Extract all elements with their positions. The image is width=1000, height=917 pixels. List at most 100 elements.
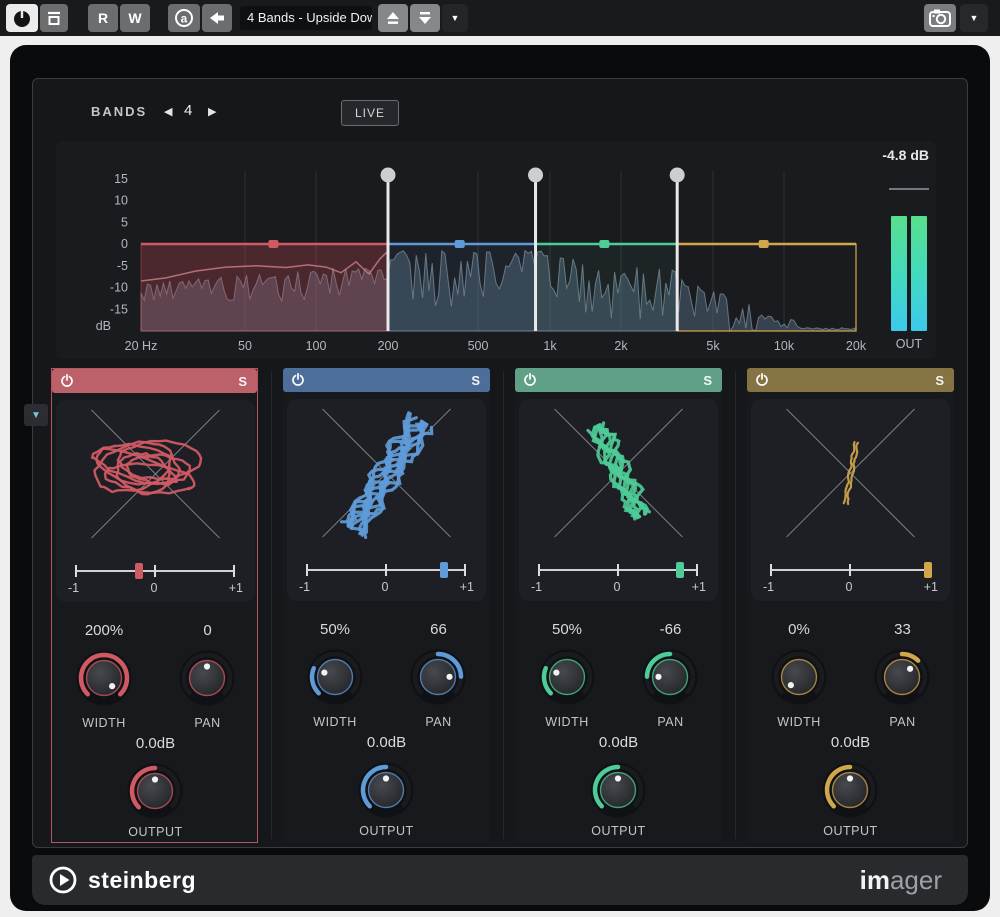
width-knob[interactable]: [767, 645, 831, 709]
svg-text:15: 15: [114, 172, 128, 186]
snapshot-button[interactable]: [924, 4, 956, 32]
lissajous-display: [751, 401, 950, 551]
triangle-down-icon: ▼: [31, 410, 41, 421]
svg-text:100: 100: [306, 339, 327, 353]
band-gain-handle: [599, 240, 609, 248]
svg-text:2k: 2k: [614, 339, 628, 353]
bands-decrease-button[interactable]: ◀: [164, 105, 172, 118]
correlation-marker[interactable]: [440, 562, 448, 578]
correlation-meter[interactable]: [538, 561, 698, 579]
stereo-scope: -10+1: [751, 399, 950, 601]
band-solo-button[interactable]: S: [703, 373, 712, 388]
band-header[interactable]: S: [283, 368, 490, 392]
width-knob[interactable]: [535, 645, 599, 709]
pan-value: 33: [851, 621, 954, 638]
width-label: WIDTH: [515, 715, 619, 729]
pan-knob[interactable]: [175, 646, 239, 710]
correlation-meter[interactable]: [770, 561, 930, 579]
copy-a-to-b-button[interactable]: [202, 4, 232, 32]
steinberg-logo-icon: [48, 865, 78, 895]
column-divider: [735, 371, 736, 839]
correlation-meter[interactable]: [306, 561, 466, 579]
pan-label: PAN: [851, 715, 954, 729]
chevron-down-icon: ▼: [970, 13, 979, 23]
chevron-down-icon: ▼: [451, 13, 460, 23]
bypass-button[interactable]: [40, 4, 68, 32]
width-label: WIDTH: [52, 716, 156, 730]
svg-text:20k: 20k: [846, 339, 867, 353]
svg-text:10k: 10k: [774, 339, 795, 353]
next-preset-button[interactable]: [410, 4, 440, 32]
window-menu-button[interactable]: ▼: [960, 4, 988, 32]
bands-count: 4: [184, 102, 192, 119]
correlation-marker[interactable]: [135, 563, 143, 579]
band-power-icon[interactable]: [60, 374, 74, 388]
bypass-icon: [44, 8, 64, 28]
band-header[interactable]: S: [52, 369, 257, 393]
crossover-handle: [528, 168, 543, 183]
previous-preset-button[interactable]: [378, 4, 408, 32]
pan-knob[interactable]: [406, 645, 470, 709]
correlation-marker[interactable]: [676, 562, 684, 578]
svg-text:5k: 5k: [706, 339, 720, 353]
collapse-panel-button[interactable]: ▼: [24, 404, 48, 426]
svg-text:1k: 1k: [543, 339, 557, 353]
output-value: 0.0dB: [515, 734, 722, 751]
triangle-down-icon: [416, 9, 434, 27]
band-gain-handle: [759, 240, 769, 248]
pan-label: PAN: [387, 715, 490, 729]
correlation-meter[interactable]: [75, 562, 235, 580]
lissajous-display: [287, 401, 486, 551]
output-knob[interactable]: [354, 758, 418, 822]
lissajous-display: [56, 402, 255, 552]
read-automation-button[interactable]: R: [88, 4, 118, 32]
output-label: OUTPUT: [52, 825, 259, 839]
pan-label: PAN: [619, 715, 722, 729]
output-knob[interactable]: [123, 759, 187, 823]
svg-text:10: 10: [114, 194, 128, 208]
band-power-icon[interactable]: [755, 373, 769, 387]
band-solo-button[interactable]: S: [238, 374, 247, 389]
band-header[interactable]: S: [515, 368, 722, 392]
width-knob[interactable]: [72, 646, 136, 710]
band-solo-button[interactable]: S: [471, 373, 480, 388]
band-header[interactable]: S: [747, 368, 954, 392]
band-panel-1: S -10+1 200% 0 WIDTH PAN 0.0dB OUTPUT: [51, 368, 258, 843]
band-gain-handle: [455, 240, 465, 248]
write-automation-button[interactable]: W: [120, 4, 150, 32]
a-setting-icon: a: [173, 7, 195, 29]
correlation-marker[interactable]: [924, 562, 932, 578]
svg-text:a: a: [181, 12, 188, 26]
live-button[interactable]: LIVE: [341, 100, 399, 126]
output-gain-readout: -4.8 dB: [882, 147, 929, 163]
output-meter-left: [891, 216, 907, 331]
width-knob[interactable]: [303, 645, 367, 709]
lissajous-display: [519, 401, 718, 551]
svg-text:-5: -5: [117, 259, 128, 273]
spectrum-analyzer: 151050-5-10-15dB20 Hz501002005001k2k5k10…: [56, 141, 936, 359]
plugin-power-button[interactable]: [6, 4, 38, 32]
spectrum-display[interactable]: 151050-5-10-15dB20 Hz501002005001k2k5k10…: [56, 141, 936, 359]
output-knob[interactable]: [586, 758, 650, 822]
crossover-handle: [670, 168, 685, 183]
width-value: 0%: [747, 621, 851, 638]
preset-menu-button[interactable]: ▼: [442, 4, 468, 32]
output-label: OUTPUT: [515, 824, 722, 838]
output-knob[interactable]: [818, 758, 882, 822]
band-power-icon[interactable]: [291, 373, 305, 387]
band-solo-button[interactable]: S: [935, 373, 944, 388]
pan-knob[interactable]: [638, 645, 702, 709]
band-panel-2: S -10+1 50% 66 WIDTH PAN 0.0dB OUTPUT: [283, 368, 490, 843]
preset-selector[interactable]: 4 Bands - Upside Down: [240, 6, 372, 30]
bands-increase-button[interactable]: ▶: [208, 105, 216, 118]
pan-knob[interactable]: [870, 645, 934, 709]
crossover-handle: [381, 168, 396, 183]
band-power-icon[interactable]: [523, 373, 537, 387]
pan-value: 0: [156, 622, 259, 639]
correlation-scale: -10+1: [531, 580, 706, 594]
switch-a-b-button[interactable]: a: [168, 4, 200, 32]
width-value: 50%: [283, 621, 387, 638]
product-name: imager: [860, 865, 942, 896]
svg-text:20 Hz: 20 Hz: [125, 339, 158, 353]
meter-scale-line: [889, 188, 929, 190]
